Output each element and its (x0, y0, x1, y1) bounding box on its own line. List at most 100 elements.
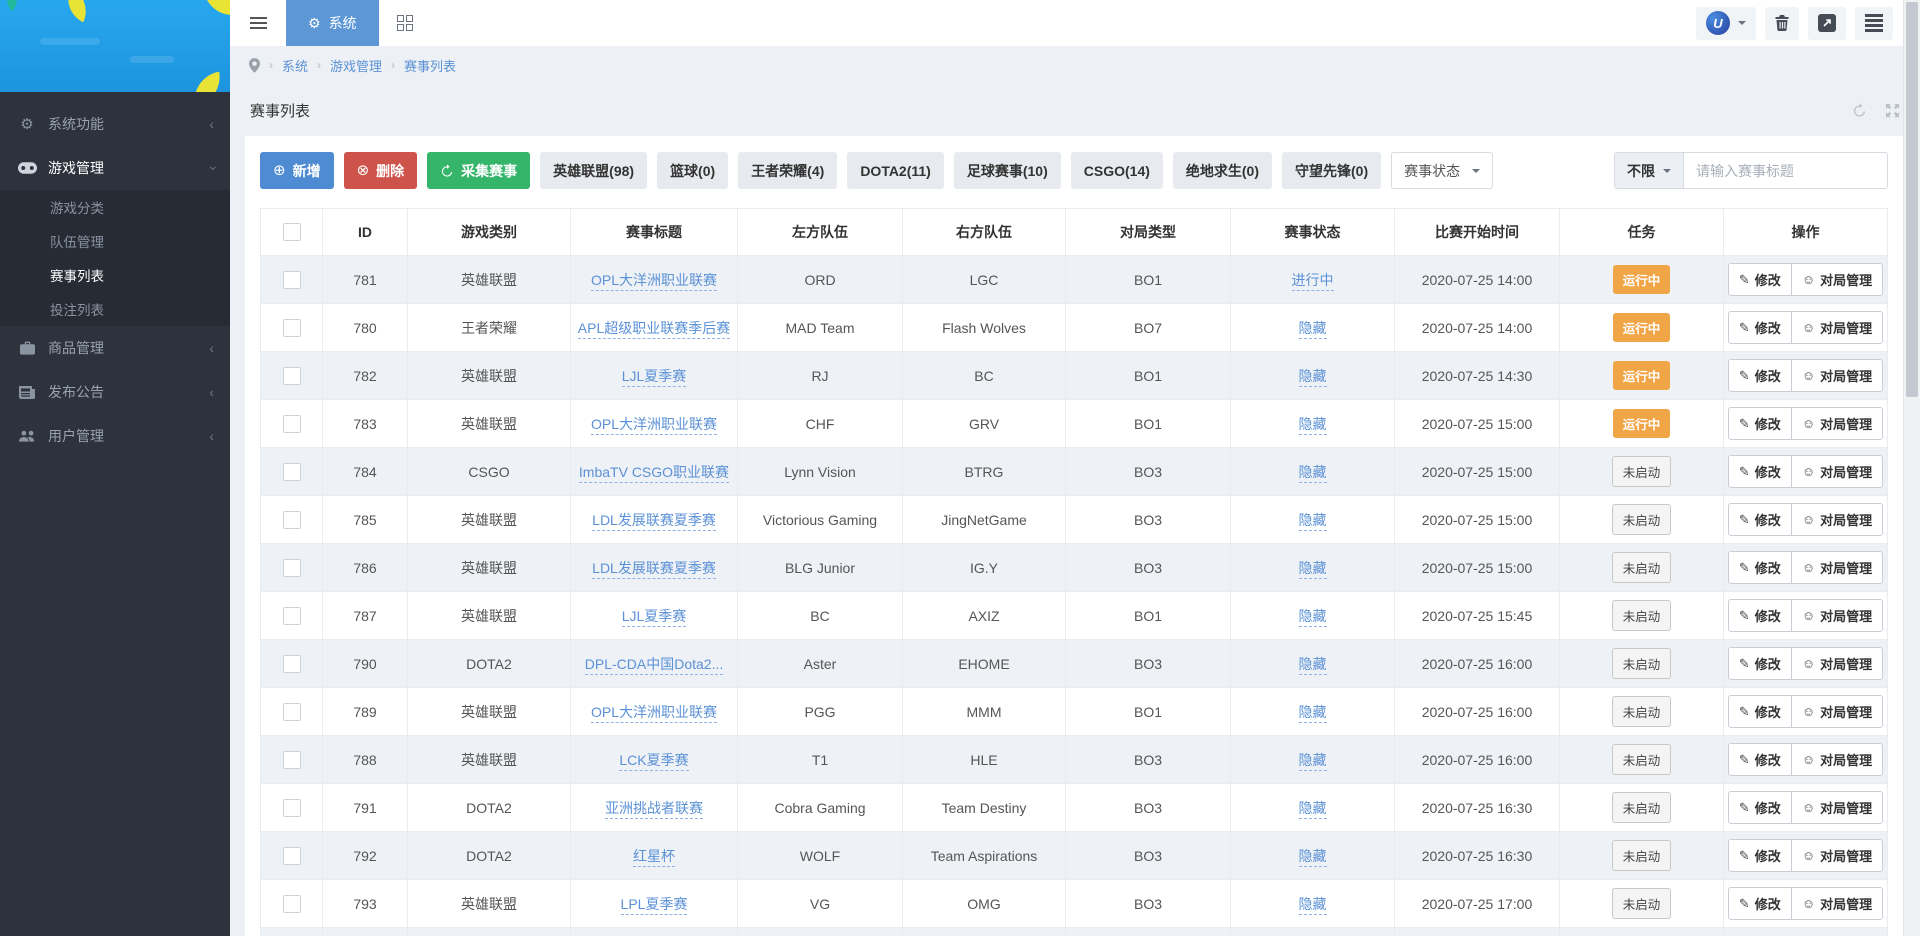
search-input[interactable] (1683, 152, 1888, 189)
event-status-link[interactable]: 隐藏 (1299, 368, 1327, 387)
match-manage-button[interactable]: ☺对局管理 (1791, 359, 1883, 392)
trash-button[interactable] (1765, 7, 1799, 40)
edit-button[interactable]: ✎修改 (1728, 407, 1792, 440)
row-checkbox[interactable] (283, 511, 301, 529)
edit-button[interactable]: ✎修改 (1728, 311, 1792, 344)
event-status-link[interactable]: 隐藏 (1299, 608, 1327, 627)
event-title-link[interactable]: OPL大洋洲职业联赛 (591, 272, 717, 291)
event-title-link[interactable]: LCK夏季赛 (619, 752, 688, 771)
event-status-link[interactable]: 隐藏 (1299, 320, 1327, 339)
user-avatar-button[interactable]: U (1696, 7, 1756, 40)
match-manage-button[interactable]: ☺对局管理 (1791, 455, 1883, 488)
match-manage-button[interactable]: ☺对局管理 (1791, 599, 1883, 632)
sidebar-item[interactable]: ⚙ 系统功能 ‹ (0, 102, 230, 146)
event-status-link[interactable]: 隐藏 (1299, 704, 1327, 723)
collect-events-button[interactable]: 采集赛事 (427, 152, 530, 189)
game-filter-button[interactable]: 足球赛事(10) (954, 152, 1061, 189)
edit-button[interactable]: ✎修改 (1728, 359, 1792, 392)
sidebar-item[interactable]: 发布公告 ‹ (0, 370, 230, 414)
event-status-link[interactable]: 隐藏 (1299, 752, 1327, 771)
match-manage-button[interactable]: ☺对局管理 (1791, 791, 1883, 824)
row-checkbox[interactable] (283, 799, 301, 817)
breadcrumb-link[interactable]: 游戏管理 (330, 56, 382, 75)
edit-button[interactable]: ✎修改 (1728, 791, 1792, 824)
match-manage-button[interactable]: ☺对局管理 (1791, 887, 1883, 920)
row-checkbox[interactable] (283, 847, 301, 865)
event-title-link[interactable]: 红星杯 (633, 848, 675, 867)
sidebar-subitem[interactable]: 投注列表 (0, 292, 230, 326)
sidebar-subitem[interactable]: 赛事列表 (0, 258, 230, 292)
match-manage-button[interactable]: ☺对局管理 (1791, 551, 1883, 584)
edit-button[interactable]: ✎修改 (1728, 887, 1792, 920)
event-title-link[interactable]: APL超级职业联赛季后赛 (578, 320, 730, 339)
event-title-link[interactable]: LDL发展联赛夏季赛 (592, 512, 716, 531)
event-status-link[interactable]: 隐藏 (1299, 848, 1327, 867)
scope-dropdown-button[interactable]: 不限 (1614, 152, 1683, 189)
match-manage-button[interactable]: ☺对局管理 (1791, 647, 1883, 680)
sidebar-subitem[interactable]: 游戏分类 (0, 190, 230, 224)
event-status-link[interactable]: 隐藏 (1299, 800, 1327, 819)
add-button[interactable]: ⊕ 新增 (260, 152, 334, 189)
event-title-link[interactable]: LJL夏季赛 (622, 608, 687, 627)
event-title-link[interactable]: OPL大洋洲职业联赛 (591, 704, 717, 723)
event-status-link[interactable]: 隐藏 (1299, 464, 1327, 483)
event-title-link[interactable]: LPL夏季赛 (621, 896, 688, 915)
fullscreen-panel-button[interactable] (1885, 103, 1900, 118)
row-checkbox[interactable] (283, 607, 301, 625)
match-manage-button[interactable]: ☺对局管理 (1791, 695, 1883, 728)
row-checkbox[interactable] (283, 319, 301, 337)
edit-button[interactable]: ✎修改 (1728, 503, 1792, 536)
event-status-select[interactable]: 赛事状态 (1391, 152, 1493, 189)
event-title-link[interactable]: LJL夏季赛 (622, 368, 687, 387)
sidebar-item[interactable]: 用户管理 ‹ (0, 414, 230, 458)
row-checkbox[interactable] (283, 751, 301, 769)
row-checkbox[interactable] (283, 559, 301, 577)
event-title-link[interactable]: 亚洲挑战者联赛 (605, 800, 703, 819)
match-manage-button[interactable]: ☺对局管理 (1791, 503, 1883, 536)
sidebar-item[interactable]: 游戏管理 ‹ (0, 146, 230, 190)
edit-button[interactable]: ✎修改 (1728, 455, 1792, 488)
row-checkbox[interactable] (283, 655, 301, 673)
sidebar-item[interactable]: 商品管理 ‹ (0, 326, 230, 370)
event-title-link[interactable]: DPL-CDA中国Dota2... (585, 656, 723, 675)
event-status-link[interactable]: 隐藏 (1299, 656, 1327, 675)
event-status-link[interactable]: 隐藏 (1299, 512, 1327, 531)
game-filter-button[interactable]: CSGO(14) (1071, 152, 1163, 189)
log-list-button[interactable] (1855, 7, 1893, 40)
delete-button[interactable]: ⊗ 删除 (344, 152, 418, 189)
edit-button[interactable]: ✎修改 (1728, 551, 1792, 584)
match-manage-button[interactable]: ☺对局管理 (1791, 743, 1883, 776)
match-manage-button[interactable]: ☺对局管理 (1791, 311, 1883, 344)
game-filter-button[interactable]: DOTA2(11) (847, 152, 944, 189)
event-status-link[interactable]: 隐藏 (1299, 896, 1327, 915)
match-manage-button[interactable]: ☺对局管理 (1791, 407, 1883, 440)
scrollbar-thumb[interactable] (1906, 2, 1918, 397)
tab-system[interactable]: ⚙ 系统 (286, 0, 379, 46)
game-filter-button[interactable]: 篮球(0) (657, 152, 728, 189)
vertical-scrollbar[interactable] (1903, 0, 1920, 936)
row-checkbox[interactable] (283, 271, 301, 289)
edit-button[interactable]: ✎修改 (1728, 599, 1792, 632)
row-checkbox[interactable] (283, 895, 301, 913)
match-manage-button[interactable]: ☺对局管理 (1791, 263, 1883, 296)
event-status-link[interactable]: 隐藏 (1299, 560, 1327, 579)
match-manage-button[interactable]: ☺对局管理 (1791, 839, 1883, 872)
row-checkbox[interactable] (283, 415, 301, 433)
event-status-link[interactable]: 隐藏 (1299, 416, 1327, 435)
event-title-link[interactable]: LDL发展联赛夏季赛 (592, 560, 716, 579)
external-link-button[interactable] (1808, 7, 1846, 40)
refresh-panel-button[interactable] (1852, 103, 1867, 118)
game-filter-button[interactable]: 守望先锋(0) (1282, 152, 1381, 189)
event-title-link[interactable]: OPL大洋洲职业联赛 (591, 416, 717, 435)
hamburger-menu-icon[interactable] (230, 0, 286, 46)
breadcrumb-link[interactable]: 系统 (282, 56, 308, 75)
game-filter-button[interactable]: 绝地求生(0) (1173, 152, 1272, 189)
edit-button[interactable]: ✎修改 (1728, 839, 1792, 872)
game-filter-button[interactable]: 英雄联盟(98) (540, 152, 647, 189)
edit-button[interactable]: ✎修改 (1728, 647, 1792, 680)
row-checkbox[interactable] (283, 463, 301, 481)
edit-button[interactable]: ✎修改 (1728, 263, 1792, 296)
event-title-link[interactable]: ImbaTV CSGO职业联赛 (579, 464, 729, 483)
row-checkbox[interactable] (283, 367, 301, 385)
sidebar-subitem[interactable]: 队伍管理 (0, 224, 230, 258)
